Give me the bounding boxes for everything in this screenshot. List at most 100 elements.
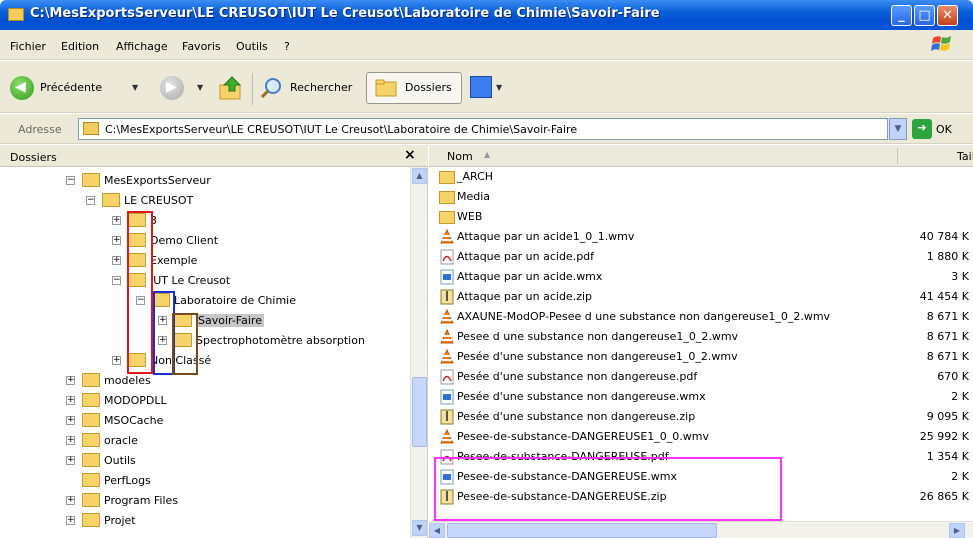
hscroll-thumb[interactable] (447, 523, 717, 538)
tree-item-label: MSOCache (104, 414, 164, 427)
file-row[interactable]: Pesee d une substance non dangereuse1_0_… (429, 327, 973, 347)
tree-item-label: Spectrophotomètre absorption (196, 334, 365, 347)
expand-icon[interactable]: + (112, 236, 121, 245)
file-name: Pesée d'une substance non dangereuse.wmx (457, 390, 706, 403)
scroll-up-icon[interactable]: ▲ (412, 168, 427, 184)
folder-icon (82, 473, 100, 487)
file-name: Attaque par un acide.zip (457, 290, 593, 303)
file-row[interactable]: _ARCH (429, 167, 973, 187)
expand-icon[interactable]: + (66, 436, 75, 445)
address-dropdown-icon[interactable]: ▼ (889, 118, 907, 140)
file-row[interactable]: Attaque par un acide.wmx 3 K (429, 267, 973, 287)
menu-fichier[interactable]: Fichier (10, 40, 46, 53)
scroll-left-icon[interactable]: ◀ (429, 523, 445, 538)
zip-icon (440, 289, 454, 305)
toolbar-separator (252, 73, 253, 105)
address-bar: Adresse C:\MesExportsServeur\LE CREUSOT\… (0, 114, 973, 144)
vlc-icon (440, 229, 454, 244)
tree-item-label: Program Files (104, 494, 179, 507)
expand-icon[interactable]: + (158, 336, 167, 345)
expand-icon[interactable]: + (66, 496, 75, 505)
menu-affichage[interactable]: Affichage (116, 40, 168, 53)
file-size: 41 454 K (919, 290, 969, 303)
vlc-icon (440, 349, 454, 364)
expand-icon[interactable]: + (66, 396, 75, 405)
expand-icon[interactable]: + (112, 256, 121, 265)
file-row[interactable]: Attaque par un acide.pdf 1 880 K (429, 247, 973, 267)
file-row[interactable]: AXAUNE-ModOP-Pesee d une substance non d… (429, 307, 973, 327)
minimize-button[interactable]: _ (891, 5, 912, 26)
file-list-hscrollbar[interactable]: ◀ ▶ (429, 521, 973, 538)
menu-favoris[interactable]: Favoris (182, 40, 221, 53)
back-label: Précédente (40, 81, 103, 94)
pdf-icon (440, 249, 454, 265)
folder-pane: Dossiers × − MesExportsServeur − LE CREUSOT… (0, 145, 428, 538)
close-icon[interactable]: × (404, 147, 416, 163)
scroll-thumb[interactable] (412, 377, 427, 447)
expand-icon[interactable]: + (158, 316, 167, 325)
file-row[interactable]: Pesée d'une substance non dangereuse.wmx… (429, 387, 973, 407)
file-row[interactable]: Attaque par un acide.zip 41 454 K (429, 287, 973, 307)
vlc-icon (440, 309, 454, 324)
close-button[interactable]: ✕ (937, 5, 958, 26)
file-row[interactable]: Pesee-de-substance-DANGEREUSE1_0_0.wmv 25… (429, 427, 973, 447)
forward-arrow-icon: ▶ (166, 79, 177, 95)
file-size: 1 880 K (926, 250, 969, 263)
folder-icon (439, 191, 455, 204)
expand-icon[interactable]: + (112, 216, 121, 225)
folder-pane-header: Dossiers × (0, 145, 428, 167)
expand-icon[interactable]: + (112, 356, 121, 365)
collapse-icon[interactable]: − (136, 296, 145, 305)
expand-icon[interactable]: + (66, 416, 75, 425)
folder-icon (128, 353, 146, 367)
menu-edition[interactable]: Edition (61, 40, 99, 53)
file-row[interactable]: Attaque par un acide1_0_1.wmv 40 784 K (429, 227, 973, 247)
collapse-icon[interactable]: − (66, 176, 75, 185)
file-row[interactable]: WEB (429, 207, 973, 227)
address-input[interactable]: C:\MesExportsServeur\LE CREUSOT\IUT Le C… (78, 118, 888, 140)
folder-tree-scrollbar[interactable]: ▲ ▼ (410, 167, 427, 538)
folder-icon (102, 193, 120, 207)
tree-item-label: Demo Client (150, 234, 219, 247)
file-row[interactable]: Pesée d'une substance non dangereuse1_0_… (429, 347, 973, 367)
menu-help[interactable]: ? (284, 40, 290, 53)
tree-item-label: Projet (104, 514, 136, 527)
search-icon (260, 78, 281, 99)
folder-icon (128, 213, 146, 227)
folder-icon (128, 233, 146, 247)
column-size-header[interactable]: Taille (957, 150, 973, 163)
expand-icon[interactable]: + (66, 376, 75, 385)
folder-icon (82, 373, 100, 387)
maximize-button[interactable]: □ (914, 5, 935, 26)
tree-item-label: IUT Le Creusot (150, 274, 231, 287)
collapse-icon[interactable]: − (112, 276, 121, 285)
folder-icon (82, 173, 100, 187)
tree-item-label: Laboratoire de Chimie (174, 294, 296, 307)
column-header: Nom ▲ Taille (429, 145, 973, 167)
back-dropdown-icon[interactable]: ▼ (132, 83, 138, 92)
tree-item-label: Savoir-Faire (196, 314, 264, 327)
file-row[interactable]: Pesée d'une substance non dangereuse.zip… (429, 407, 973, 427)
expand-icon[interactable]: + (66, 456, 75, 465)
file-row[interactable]: Pesée d'une substance non dangereuse.pdf… (429, 367, 973, 387)
scroll-right-icon[interactable]: ▶ (949, 523, 965, 538)
folder-icon (439, 211, 455, 224)
folder-icon (128, 253, 146, 267)
file-name: Attaque par un acide1_0_1.wmv (457, 230, 635, 243)
scroll-down-icon[interactable]: ▼ (412, 520, 427, 536)
menu-outils[interactable]: Outils (236, 40, 268, 53)
folder-icon (128, 273, 146, 287)
file-size: 9 095 K (926, 410, 969, 423)
go-label[interactable]: OK (936, 123, 952, 136)
go-arrow-icon[interactable]: ➜ (912, 119, 932, 139)
folder-up-icon[interactable] (218, 75, 244, 101)
column-name-header[interactable]: Nom (447, 150, 473, 163)
views-dropdown-icon[interactable]: ▼ (496, 83, 502, 92)
file-name: WEB (457, 210, 483, 223)
file-row[interactable]: Media (429, 187, 973, 207)
views-icon[interactable] (470, 76, 492, 98)
collapse-icon[interactable]: − (86, 196, 95, 205)
window-title: C:\MesExportsServeur\LE CREUSOT\IUT Le C… (30, 6, 660, 21)
expand-icon[interactable]: + (66, 516, 75, 525)
forward-dropdown-icon[interactable]: ▼ (197, 83, 203, 92)
